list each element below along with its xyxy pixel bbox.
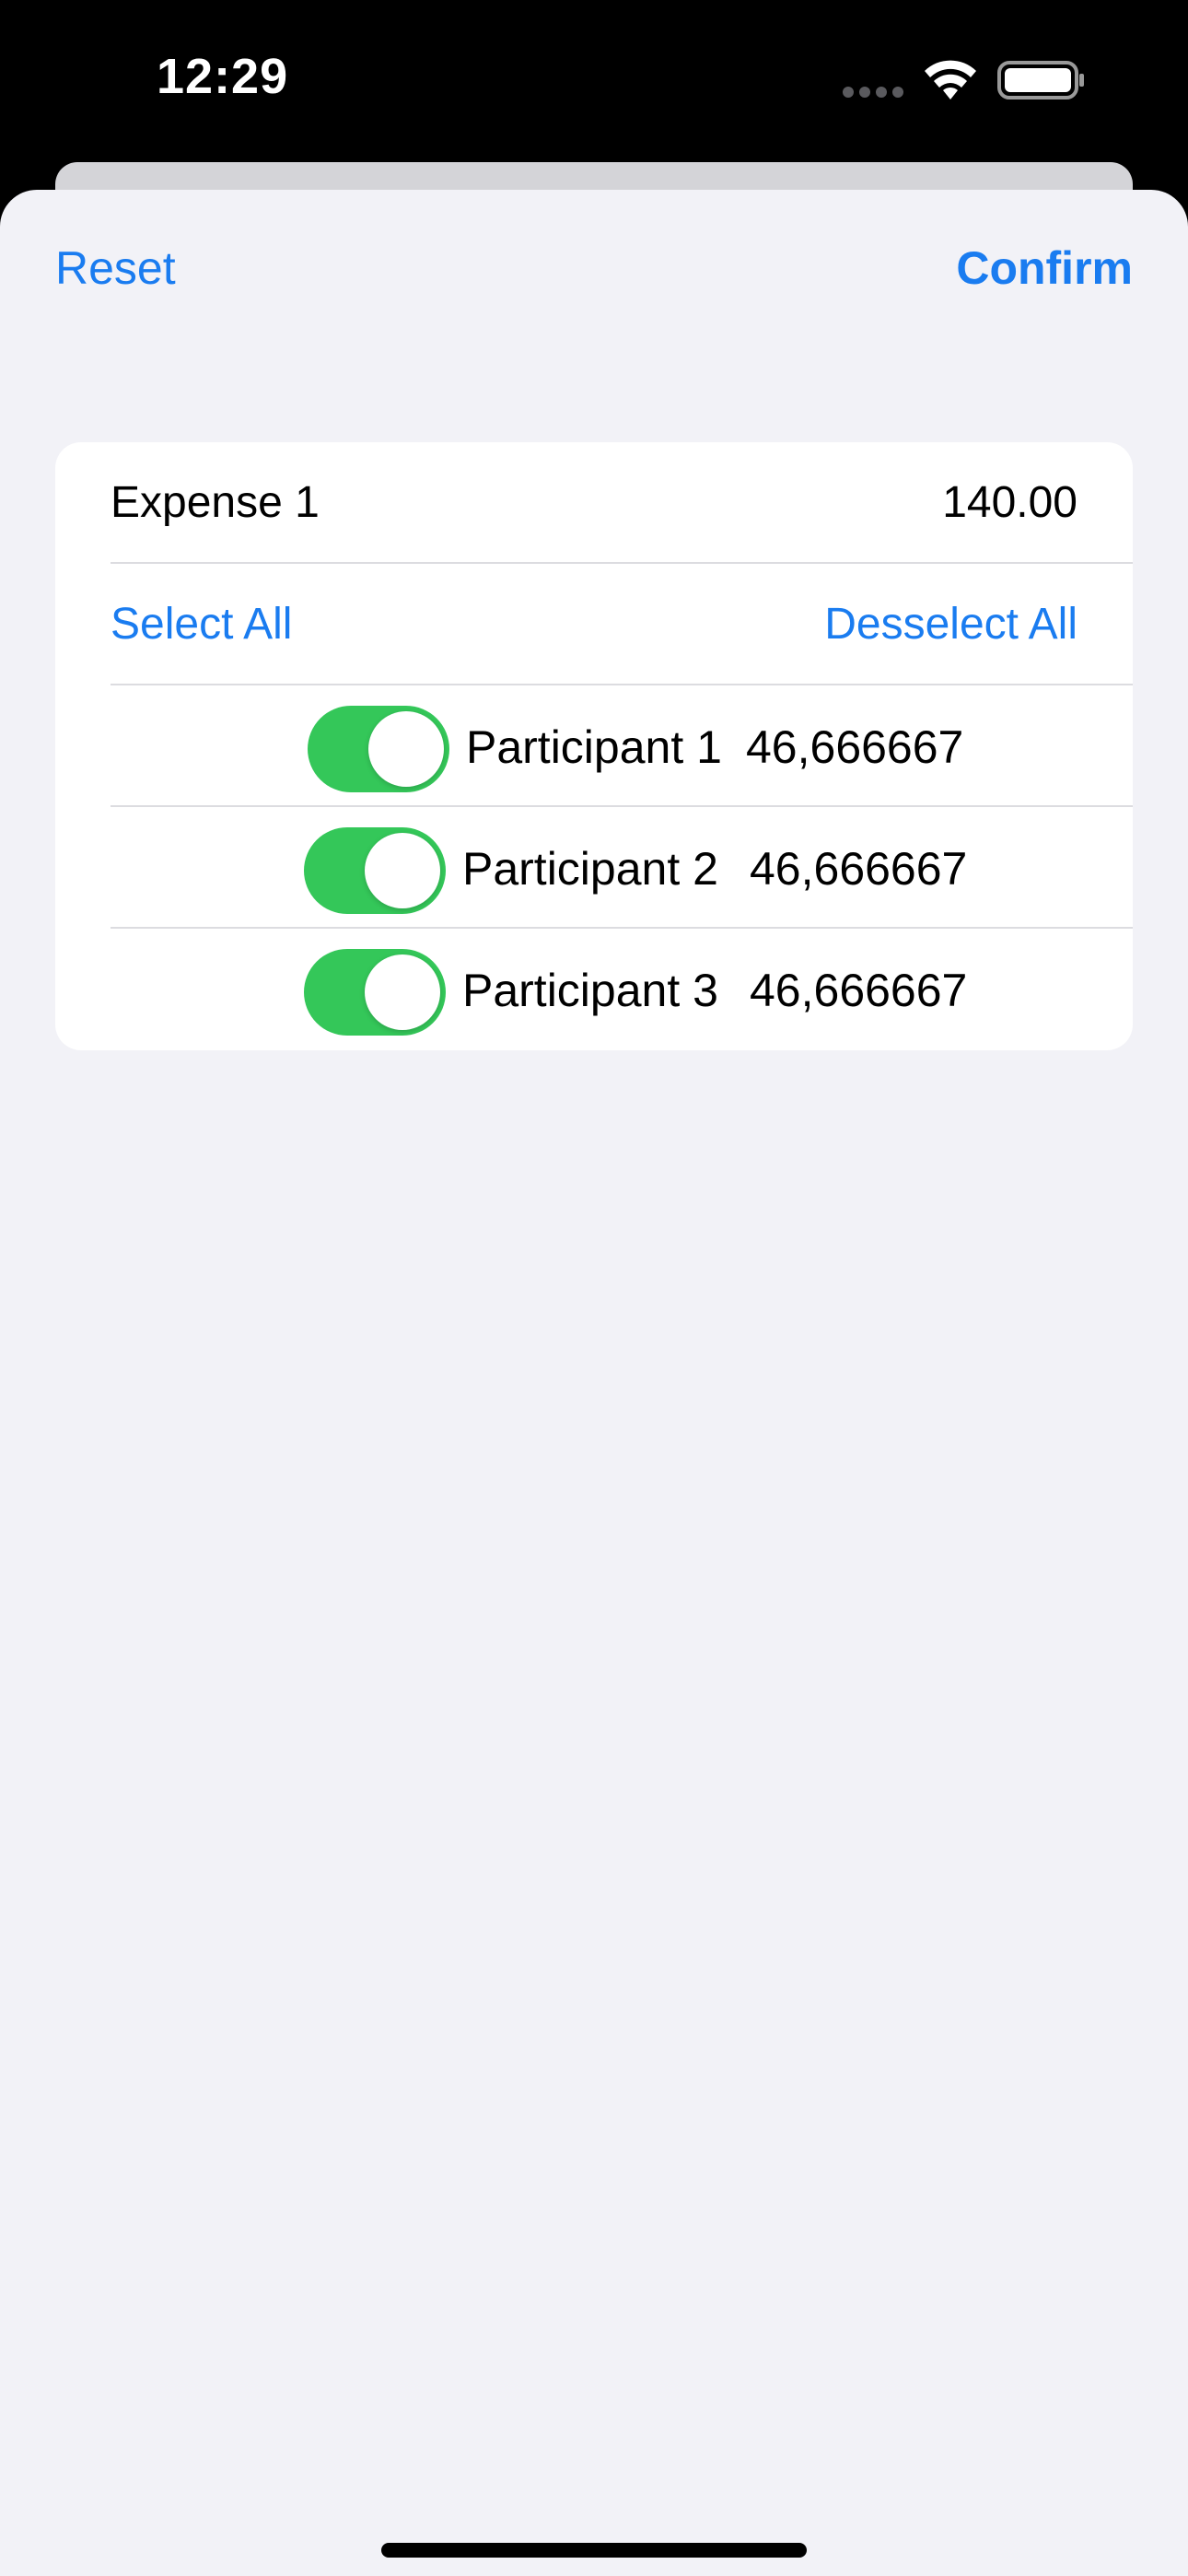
home-indicator[interactable]	[381, 2543, 807, 2558]
split-sheet: Reset Confirm Expense 1 140.00 Select Al…	[0, 190, 1188, 2576]
participant-row: Participant 2 46,666667	[55, 807, 1133, 929]
expense-name: Expense 1	[111, 478, 320, 527]
toggle-knob	[365, 954, 440, 1030]
cellular-signal-icon	[843, 87, 903, 98]
wifi-icon	[925, 60, 976, 100]
participant-toggle[interactable]	[308, 706, 449, 792]
participant-name: Participant 2	[462, 843, 718, 895]
select-all-button[interactable]: Select All	[111, 599, 292, 650]
status-time: 12:29	[157, 49, 289, 104]
participant-name: Participant 1	[466, 721, 722, 773]
reset-button[interactable]: Reset	[55, 241, 176, 295]
expense-row: Expense 1 140.00	[55, 442, 1133, 564]
participant-name: Participant 3	[462, 965, 718, 1016]
deselect-all-button[interactable]: Desselect All	[824, 599, 1077, 650]
participant-share: 46,666667	[746, 721, 964, 773]
expense-card: Expense 1 140.00 Select All Desselect Al…	[55, 442, 1133, 1050]
participant-toggle[interactable]	[304, 949, 446, 1036]
toggle-knob	[365, 833, 440, 908]
confirm-button[interactable]: Confirm	[956, 241, 1133, 295]
participant-row: Participant 1 46,666667	[55, 685, 1133, 807]
expense-amount: 140.00	[942, 478, 1077, 527]
selection-row: Select All Desselect All	[55, 564, 1133, 685]
participant-toggle[interactable]	[304, 827, 446, 914]
participant-share: 46,666667	[750, 843, 968, 895]
participant-row: Participant 3 46,666667	[55, 929, 1133, 1050]
participant-share: 46,666667	[750, 965, 968, 1016]
status-bar: 12:29	[0, 0, 1188, 166]
toggle-knob	[368, 711, 444, 787]
battery-icon	[997, 61, 1084, 100]
